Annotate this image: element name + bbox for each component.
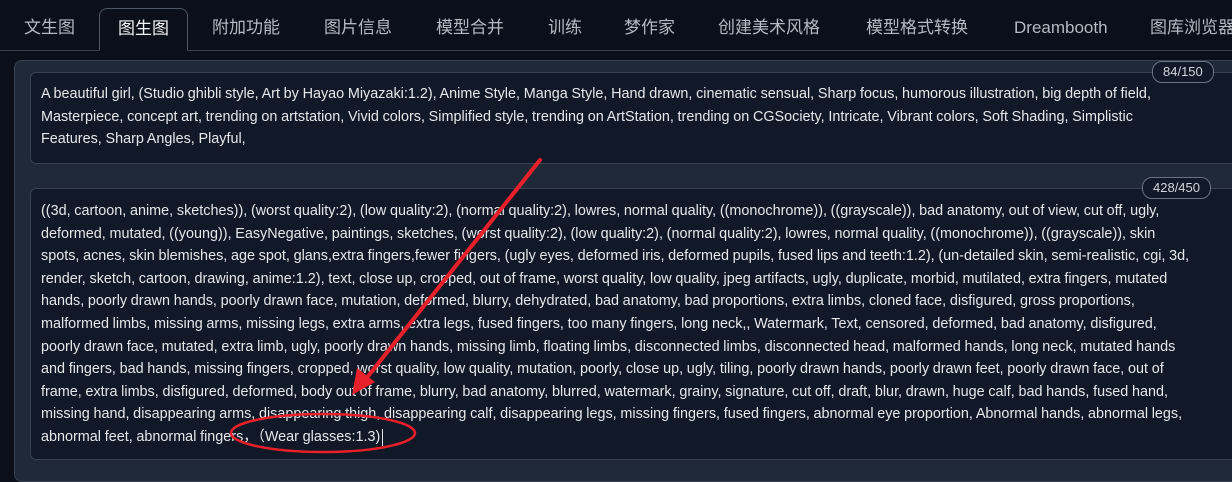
text-caret <box>382 428 384 446</box>
negative-prompt-line: deformed, mutated, ((young)), EasyNegati… <box>41 225 1156 242</box>
negative-prompt-textarea[interactable]: ((3d, cartoon, anime, sketches)), (worst… <box>30 188 1232 460</box>
positive-token-counter: 84/150 <box>1152 61 1214 83</box>
negative-prompt-line: poorly drawn face, mutated, extra limb, … <box>41 338 1176 355</box>
positive-prompt-line: Features, Sharp Angles, Playful, <box>41 131 246 148</box>
tab-txt2img[interactable]: 文生图 <box>6 8 93 50</box>
negative-token-counter: 428/450 <box>1142 177 1211 199</box>
tab-png-info[interactable]: 图片信息 <box>306 8 410 50</box>
positive-prompt-line: Masterpiece, concept art, trending on ar… <box>41 108 1133 125</box>
tab-dreambooth[interactable]: Dreambooth <box>996 8 1126 50</box>
negative-prompt-line: and fingers, bad hands, missing fingers,… <box>41 361 1164 378</box>
tab-image-browser[interactable]: 图库浏览器 <box>1132 8 1232 50</box>
tab-checkpoint-merger[interactable]: 模型合并 <box>418 8 522 50</box>
tab-model-converter[interactable]: 模型格式转换 <box>848 8 986 50</box>
tab-bar: 文生图 图生图 附加功能 图片信息 模型合并 训练 梦作家 创建美术风格 模型格… <box>0 0 1232 51</box>
negative-prompt-line: spots, acnes, skin blemishes, age spot, … <box>41 248 1190 265</box>
tab-dreamwriter[interactable]: 梦作家 <box>606 8 693 50</box>
tab-img2img[interactable]: 图生图 <box>99 8 188 51</box>
tab-create-art-style[interactable]: 创建美术风格 <box>700 8 838 50</box>
tab-extras[interactable]: 附加功能 <box>194 8 298 50</box>
negative-prompt-line: frame, extra limbs, disfigured, deformed… <box>41 383 1168 400</box>
tab-train[interactable]: 训练 <box>530 8 600 50</box>
negative-prompt-line: ((3d, cartoon, anime, sketches)), (worst… <box>41 203 1160 219</box>
negative-prompt-line: missing hand, disappearing arms, disappe… <box>41 406 1183 423</box>
positive-prompt-line: A beautiful girl, (Studio ghibli style, … <box>41 86 1151 102</box>
negative-prompt-line: abnormal feet, abnormal fingers，（Wear gl… <box>41 428 381 445</box>
negative-prompt-line: hands, poorly drawn hands, poorly drawn … <box>41 293 1135 310</box>
negative-prompt-line: malformed limbs, missing arms, missing l… <box>41 315 1157 332</box>
positive-prompt-textarea[interactable]: A beautiful girl, (Studio ghibli style, … <box>30 72 1232 164</box>
negative-prompt-line: render, sketch, cartoon, drawing, anime:… <box>41 270 1168 287</box>
negative-prompt-last-line: abnormal feet, abnormal fingers，（Wear gl… <box>41 426 1232 449</box>
